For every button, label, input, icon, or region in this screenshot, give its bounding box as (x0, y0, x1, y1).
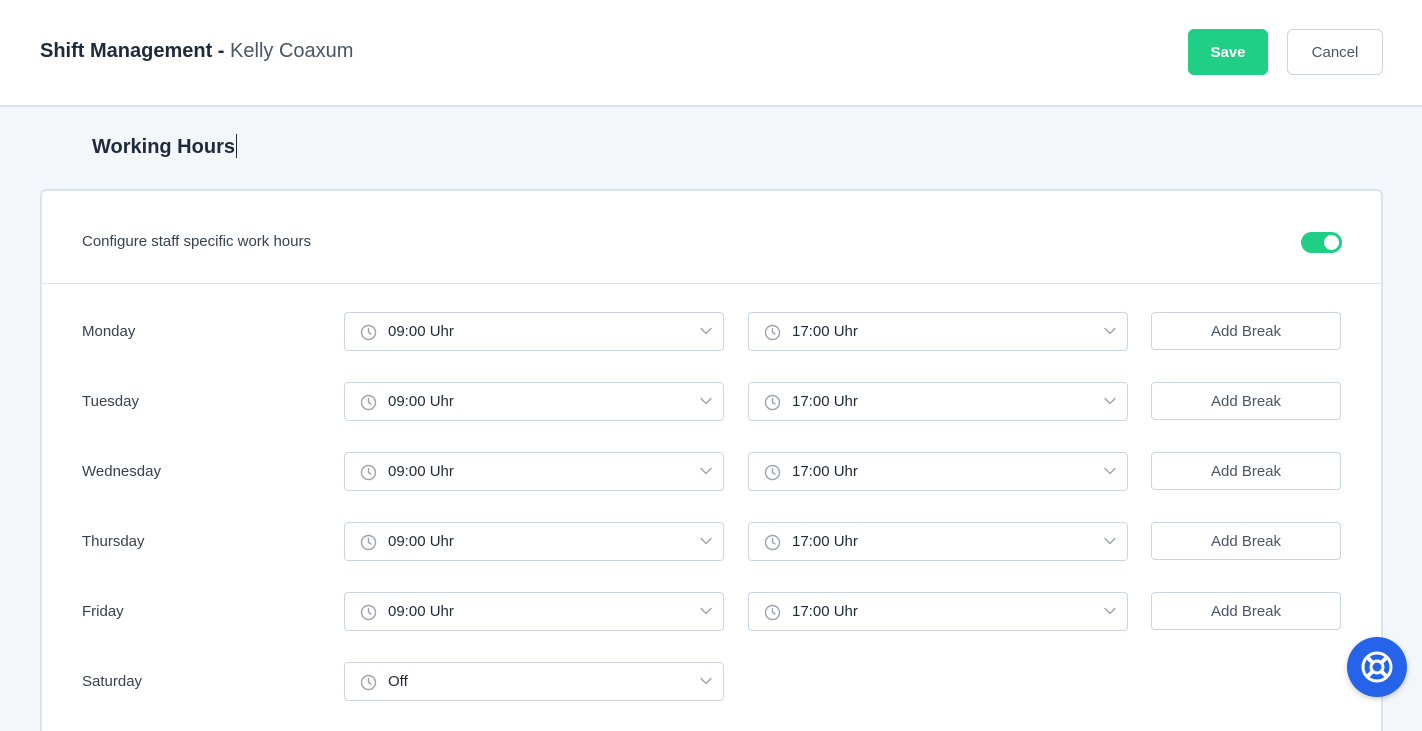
add-break-button[interactable]: Add Break (1151, 382, 1341, 420)
clock-icon (360, 604, 377, 621)
staff-name: Kelly Coaxum (230, 40, 354, 62)
day-label: Saturday (82, 673, 143, 690)
lifebuoy-icon (1361, 651, 1393, 683)
chevron-down-icon (700, 397, 712, 405)
section-title[interactable]: Working Hours (92, 134, 237, 159)
section-title-text: Working Hours (92, 136, 235, 158)
end-time-select[interactable]: 17:00 Uhr (748, 382, 1128, 421)
chevron-down-icon (1104, 537, 1116, 545)
title-separator: - (212, 40, 231, 62)
clock-icon (360, 534, 377, 551)
end-time-select[interactable]: 17:00 Uhr (748, 522, 1128, 561)
start-time-value: 09:00 Uhr (388, 393, 454, 410)
add-break-button[interactable]: Add Break (1151, 452, 1341, 490)
clock-icon (764, 394, 781, 411)
day-row: Thursday 09:00 Uhr 17:00 Uhr Add Break (42, 522, 1381, 562)
add-break-button[interactable]: Add Break (1151, 522, 1341, 560)
end-time-value: 17:00 Uhr (792, 463, 858, 480)
start-time-select[interactable]: Off (344, 662, 724, 701)
clock-icon (360, 324, 377, 341)
clock-icon (764, 534, 781, 551)
start-time-value: Off (388, 673, 408, 690)
day-label: Friday (82, 603, 124, 620)
custom-hours-toggle[interactable] (1301, 232, 1342, 253)
chevron-down-icon (700, 467, 712, 475)
settings-row: Configure staff specific work hours (42, 191, 1381, 284)
chevron-down-icon (1104, 467, 1116, 475)
start-time-value: 09:00 Uhr (388, 533, 454, 550)
clock-icon (764, 464, 781, 481)
day-row: Friday 09:00 Uhr 17:00 Uhr Add Break (42, 592, 1381, 632)
start-time-select[interactable]: 09:00 Uhr (344, 452, 724, 491)
clock-icon (360, 674, 377, 691)
day-label: Monday (82, 323, 136, 340)
start-time-select[interactable]: 09:00 Uhr (344, 592, 724, 631)
start-time-value: 09:00 Uhr (388, 603, 454, 620)
chevron-down-icon (700, 607, 712, 615)
clock-icon (764, 324, 781, 341)
day-row: Saturday Off (42, 662, 1381, 702)
day-label: Thursday (82, 533, 145, 550)
end-time-select[interactable]: 17:00 Uhr (748, 312, 1128, 351)
text-cursor (235, 134, 237, 158)
day-label: Wednesday (82, 463, 161, 480)
day-row: Tuesday 09:00 Uhr 17:00 Uhr Add Break (42, 382, 1381, 422)
page-title: Shift Management - Kelly Coaxum (40, 40, 353, 63)
save-button[interactable]: Save (1188, 29, 1268, 75)
start-time-select[interactable]: 09:00 Uhr (344, 312, 724, 351)
end-time-value: 17:00 Uhr (792, 393, 858, 410)
clock-icon (360, 394, 377, 411)
chevron-down-icon (700, 327, 712, 335)
clock-icon (764, 604, 781, 621)
toggle-knob (1324, 235, 1339, 250)
chevron-down-icon (700, 537, 712, 545)
chevron-down-icon (1104, 607, 1116, 615)
end-time-select[interactable]: 17:00 Uhr (748, 452, 1128, 491)
add-break-button[interactable]: Add Break (1151, 592, 1341, 630)
end-time-value: 17:00 Uhr (792, 533, 858, 550)
clock-icon (360, 464, 377, 481)
add-break-button[interactable]: Add Break (1151, 312, 1341, 350)
start-time-select[interactable]: 09:00 Uhr (344, 382, 724, 421)
start-time-value: 09:00 Uhr (388, 323, 454, 340)
end-time-value: 17:00 Uhr (792, 323, 858, 340)
end-time-select[interactable]: 17:00 Uhr (748, 592, 1128, 631)
chevron-down-icon (1104, 397, 1116, 405)
page-header: Shift Management - Kelly Coaxum Save Can… (0, 0, 1422, 107)
working-hours-card: Configure staff specific work hours Mond… (40, 189, 1383, 731)
cancel-button[interactable]: Cancel (1287, 29, 1383, 75)
chevron-down-icon (1104, 327, 1116, 335)
toggle-label: Configure staff specific work hours (82, 233, 311, 250)
start-time-select[interactable]: 09:00 Uhr (344, 522, 724, 561)
start-time-value: 09:00 Uhr (388, 463, 454, 480)
chevron-down-icon (700, 677, 712, 685)
day-row: Monday 09:00 Uhr 17:00 Uhr Add Break (42, 312, 1381, 352)
help-button[interactable] (1347, 637, 1407, 697)
day-row: Wednesday 09:00 Uhr 17:00 Uhr Add Break (42, 452, 1381, 492)
day-label: Tuesday (82, 393, 139, 410)
end-time-value: 17:00 Uhr (792, 603, 858, 620)
page-title-text: Shift Management (40, 40, 213, 62)
